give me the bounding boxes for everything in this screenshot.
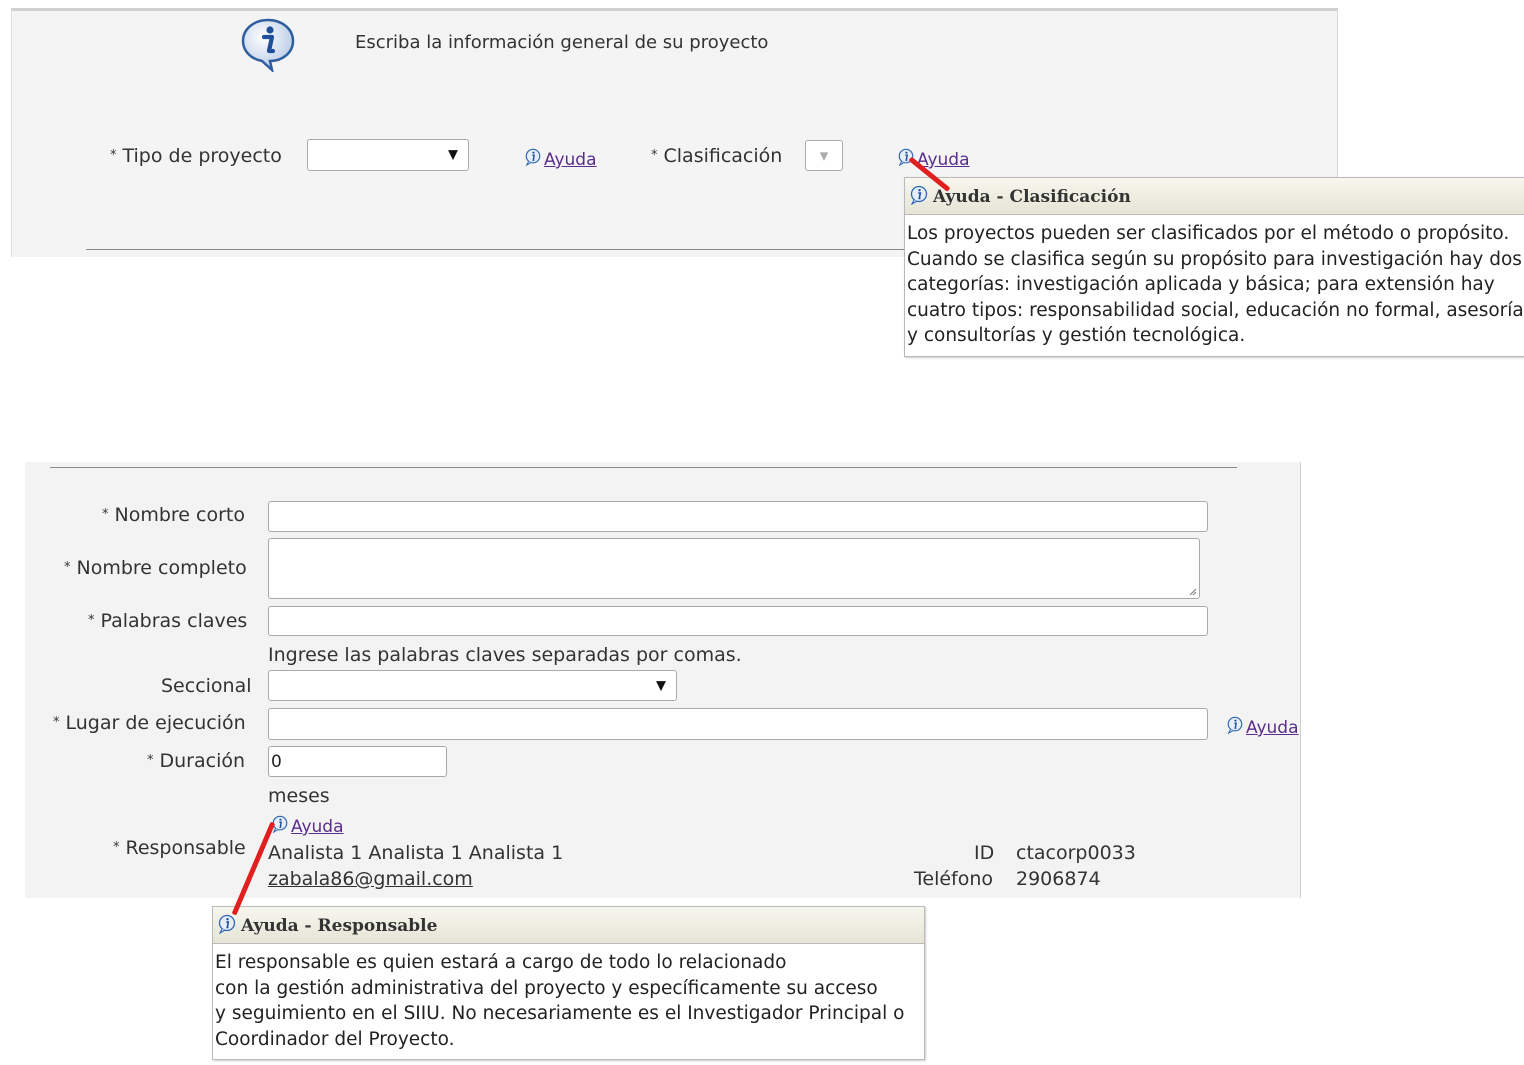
required-marker: * xyxy=(102,507,109,522)
telefono-value: 2906874 xyxy=(1016,868,1101,890)
divider xyxy=(86,249,906,250)
clasificacion-label: * Clasificación xyxy=(651,145,783,167)
dropdown-arrow-icon: ▼ xyxy=(656,678,666,693)
seccional-label: Seccional xyxy=(161,675,252,697)
clasificacion-tooltip: Ayuda - Clasificación Los proyectos pued… xyxy=(904,177,1524,357)
duracion-unit: meses xyxy=(268,785,330,807)
responsable-tooltip: Ayuda - Responsable El responsable es qu… xyxy=(212,906,925,1060)
required-marker: * xyxy=(147,753,154,768)
clasificacion-select[interactable]: ▼ xyxy=(805,140,843,171)
required-marker: * xyxy=(64,560,71,575)
responsable-email-link[interactable]: zabala86@gmail.com xyxy=(268,868,473,890)
tooltip-title: Ayuda - Responsable xyxy=(241,916,438,936)
nombre-corto-input[interactable] xyxy=(268,501,1208,532)
nombre-corto-label: * Nombre corto xyxy=(102,504,245,526)
dropdown-arrow-icon: ▼ xyxy=(819,149,829,162)
required-marker: * xyxy=(651,148,658,163)
intro-text: Escriba la información general de su pro… xyxy=(355,32,769,53)
required-marker: * xyxy=(88,613,95,628)
tipo-help-link[interactable]: Ayuda xyxy=(524,148,597,170)
clasificacion-help-link[interactable]: Ayuda xyxy=(897,148,970,170)
nombre-completo-textarea[interactable] xyxy=(268,538,1200,599)
required-marker: * xyxy=(53,715,60,730)
info-icon xyxy=(217,914,237,934)
dropdown-arrow-icon: ▼ xyxy=(448,147,458,163)
tooltip-header: Ayuda - Responsable xyxy=(213,907,924,944)
palabras-claves-label: * Palabras claves xyxy=(88,610,248,632)
tooltip-title: Ayuda - Clasificación xyxy=(933,187,1131,207)
telefono-label: Teléfono xyxy=(914,868,994,890)
responsable-label: * Responsable xyxy=(113,837,246,859)
info-icon xyxy=(524,148,542,166)
tipo-proyecto-select[interactable]: ▼ xyxy=(307,139,469,171)
duracion-input[interactable]: 0 xyxy=(268,746,447,777)
lugar-ejecucion-input[interactable] xyxy=(268,708,1208,740)
responsable-help-link[interactable]: Ayuda xyxy=(271,815,344,837)
tooltip-body: El responsable es quien estará a cargo d… xyxy=(215,952,905,1050)
palabras-claves-hint: Ingrese las palabras claves separadas po… xyxy=(268,644,742,666)
id-label: ID xyxy=(974,842,995,864)
info-icon xyxy=(1226,716,1244,734)
tooltip-header: Ayuda - Clasificación xyxy=(905,178,1524,215)
divider xyxy=(50,467,1237,468)
info-icon xyxy=(909,185,929,205)
seccional-select[interactable]: ▼ xyxy=(268,670,677,701)
id-value: ctacorp0033 xyxy=(1016,842,1136,864)
required-marker: * xyxy=(113,840,120,855)
lugar-help-link[interactable]: Ayuda xyxy=(1226,716,1299,738)
responsable-name: Analista 1 Analista 1 Analista 1 xyxy=(268,842,564,864)
duracion-label: * Duración xyxy=(147,750,246,772)
lugar-ejecucion-label: * Lugar de ejecución xyxy=(53,712,246,734)
required-marker: * xyxy=(110,148,117,163)
palabras-claves-input[interactable] xyxy=(268,606,1208,636)
tipo-proyecto-label: * Tipo de proyecto xyxy=(110,145,282,167)
resize-grip-icon[interactable] xyxy=(1187,586,1197,596)
info-icon xyxy=(241,18,295,72)
nombre-completo-label: * Nombre completo xyxy=(64,557,247,579)
tooltip-body: Los proyectos pueden ser clasificados po… xyxy=(907,223,1524,346)
